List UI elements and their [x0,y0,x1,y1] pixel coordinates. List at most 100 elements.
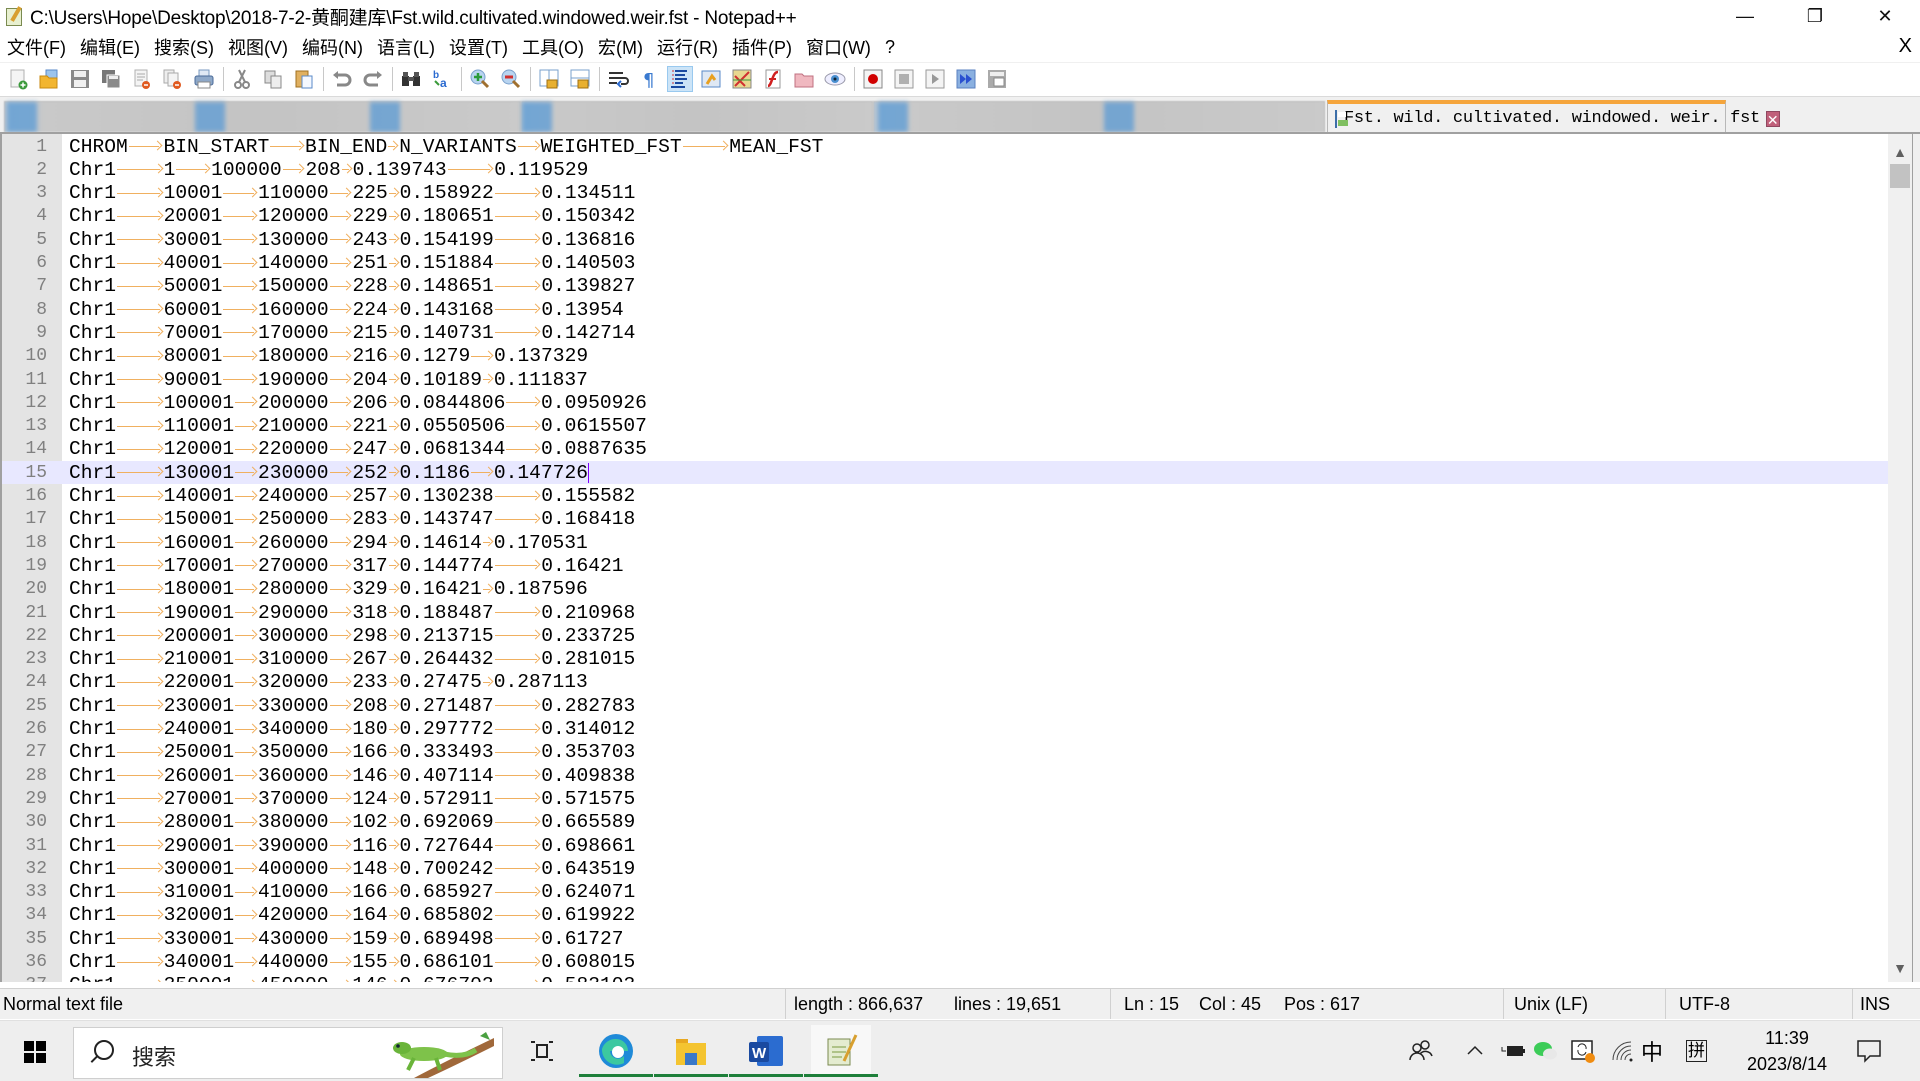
editor-line[interactable]: 5 Chr1 30001 130000 243 0.154199 0.136816 [2,228,1890,251]
start-button[interactable] [24,1041,46,1063]
menu-run[interactable]: 运行(R) [651,34,724,60]
menu-help[interactable]: ? [879,37,901,58]
paste-button[interactable] [291,66,317,92]
cut-button[interactable] [229,66,255,92]
indent-guide-button[interactable] [667,65,693,92]
editor-line[interactable]: 25 Chr1 230001 330000 208 0.271487 0.282783 [2,694,1890,717]
folder-as-workspace-button[interactable] [791,66,817,92]
editor-line[interactable]: 7 Chr1 50001 150000 228 0.148651 0.139827 [2,275,1890,298]
editor-line[interactable]: 17 Chr1 150001 250000 283 0.143747 0.168418 [2,508,1890,531]
editor-line[interactable]: 34 Chr1 320001 420000 164 0.685802 0.619922 [2,904,1890,927]
sync-vertical-button[interactable] [536,66,562,92]
menu-encoding[interactable]: 编码(N) [296,34,369,60]
sync-horizontal-button[interactable] [567,66,593,92]
minimize-button[interactable]: — [1710,0,1780,32]
editor-line[interactable]: 2 Chr1 1 100000 208 0.139743 0.119529 [2,158,1890,181]
editor-line[interactable]: 15 Chr1 130001 230000 252 0.1186 0.147726 [2,461,1890,485]
editor-line[interactable]: 4 Chr1 20001 120000 229 0.180651 0.150342 [2,205,1890,228]
menu-tools[interactable]: 工具(O) [516,34,590,60]
undo-button[interactable] [329,66,355,92]
tab-blurred[interactable] [873,101,1325,132]
editor-line[interactable]: 28 Chr1 260001 360000 146 0.407114 0.409838 [2,764,1890,787]
menu-macro[interactable]: 宏(M) [592,34,649,60]
text-editor[interactable]: 1 CHROM BIN_START BIN_END N_VARIANTS WEIGHTED… [0,132,1920,982]
editor-line[interactable]: 3 Chr1 10001 110000 225 0.158922 0.134511 [2,182,1890,205]
function-list-button[interactable] [760,66,786,92]
editor-line[interactable]: 29 Chr1 270001 370000 124 0.572911 0.571575 [2,787,1890,810]
redo-button[interactable] [360,66,386,92]
editor-line[interactable]: 26 Chr1 240001 340000 180 0.297772 0.314012 [2,718,1890,741]
editor-line[interactable]: 11 Chr1 90001 190000 204 0.10189 0.111837 [2,368,1890,391]
editor-line[interactable]: 22 Chr1 200001 300000 298 0.213715 0.233725 [2,624,1890,647]
editor-line[interactable]: 8 Chr1 60001 160000 224 0.143168 0.13954 [2,298,1890,321]
monitoring-button[interactable] [822,66,848,92]
taskbar-app-notepad-plus-plus[interactable] [804,1025,878,1077]
editor-line[interactable]: 23 Chr1 210001 310000 267 0.264432 0.281015 [2,648,1890,671]
menu-language[interactable]: 语言(L) [371,34,441,60]
taskbar-search-box[interactable]: 搜索 [73,1027,503,1079]
close-button[interactable] [129,66,155,92]
close-window-button[interactable]: ✕ [1850,0,1920,32]
editor-line[interactable]: 30 Chr1 280001 380000 102 0.692069 0.665589 [2,811,1890,834]
editor-line[interactable]: 19 Chr1 170001 270000 317 0.144774 0.16421 [2,554,1890,577]
editor-line[interactable]: 9 Chr1 70001 170000 215 0.140731 0.142714 [2,321,1890,344]
taskbar-app-edge[interactable] [579,1025,653,1077]
wechat-tray-button[interactable] [1533,1021,1559,1081]
open-file-button[interactable] [36,66,62,92]
zoom-out-button[interactable] [498,66,524,92]
editor-line[interactable]: 27 Chr1 250001 350000 166 0.333493 0.353703 [2,741,1890,764]
ime-language-button[interactable]: 中 [1641,1021,1663,1081]
editor-line[interactable]: 31 Chr1 290001 390000 116 0.727644 0.698661 [2,834,1890,857]
tab-blurred[interactable] [4,101,521,132]
play-macro-button[interactable] [922,66,948,92]
save-macro-button[interactable] [984,66,1010,92]
menu-file[interactable]: 文件(F) [0,34,72,60]
scroll-up-icon[interactable]: ▲ [1888,140,1912,164]
taskbar-app-word[interactable]: W [729,1025,803,1077]
menu-settings[interactable]: 设置(T) [443,34,514,60]
ime-mode-button[interactable]: 拼 [1686,1021,1707,1081]
tab-close-icon[interactable]: ✕ [1765,110,1780,128]
zoom-in-button[interactable] [467,66,493,92]
sync-tray-button[interactable] [1570,1021,1596,1081]
battery-button[interactable] [1500,1021,1526,1081]
system-clock[interactable]: 11:39 2023/8/14 [1735,1025,1839,1077]
copy-button[interactable] [260,66,286,92]
record-macro-button[interactable] [860,66,886,92]
people-button[interactable] [1408,1021,1434,1081]
save-all-button[interactable] [98,66,124,92]
network-button[interactable] [1610,1021,1634,1081]
replace-button[interactable]: ba [429,66,455,92]
save-button[interactable] [67,66,93,92]
restore-button[interactable]: ❐ [1780,0,1850,32]
find-button[interactable] [398,66,424,92]
scroll-down-icon[interactable]: ▼ [1888,956,1912,980]
scrollbar-thumb[interactable] [1890,164,1910,188]
menu-window[interactable]: 窗口(W) [800,34,877,60]
editor-line[interactable]: 10 Chr1 80001 180000 216 0.1279 0.137329 [2,345,1890,368]
editor-line[interactable]: 37 Chr1 350001 450000 146 0.676703 0.583103 [2,974,1890,982]
menu-edit[interactable]: 编辑(E) [74,34,146,60]
editor-line[interactable]: 21 Chr1 190001 290000 318 0.188487 0.210968 [2,601,1890,624]
editor-line[interactable]: 1 CHROM BIN_START BIN_END N_VARIANTS WEIGHTED… [2,135,1890,158]
editor-line[interactable]: 16 Chr1 140001 240000 257 0.130238 0.155582 [2,485,1890,508]
print-button[interactable] [191,66,217,92]
new-file-button[interactable] [5,66,31,92]
run-macro-multiple-button[interactable] [953,66,979,92]
close-document-button[interactable]: X [1899,35,1912,58]
editor-line[interactable]: 33 Chr1 310001 410000 166 0.685927 0.624071 [2,881,1890,904]
stop-recording-button[interactable] [891,66,917,92]
tab-blurred[interactable] [521,101,873,132]
show-hidden-icons-button[interactable] [1465,1021,1485,1081]
menu-plugins[interactable]: 插件(P) [726,34,798,60]
show-all-chars-button[interactable]: ¶ [636,66,662,92]
action-center-button[interactable] [1856,1021,1882,1081]
editor-line[interactable]: 35 Chr1 330001 430000 159 0.689498 0.61727 [2,927,1890,950]
word-wrap-button[interactable] [605,66,631,92]
vertical-scrollbar[interactable]: ▲ ▼ [1888,134,1912,982]
editor-line[interactable]: 36 Chr1 340001 440000 155 0.686101 0.608015 [2,951,1890,974]
editor-line[interactable]: 14 Chr1 120001 220000 247 0.0681344 0.0887635 [2,438,1890,461]
editor-line[interactable]: 32 Chr1 300001 400000 148 0.700242 0.643519 [2,857,1890,880]
editor-line[interactable]: 20 Chr1 180001 280000 329 0.16421 0.187596 [2,578,1890,601]
close-all-button[interactable] [160,66,186,92]
